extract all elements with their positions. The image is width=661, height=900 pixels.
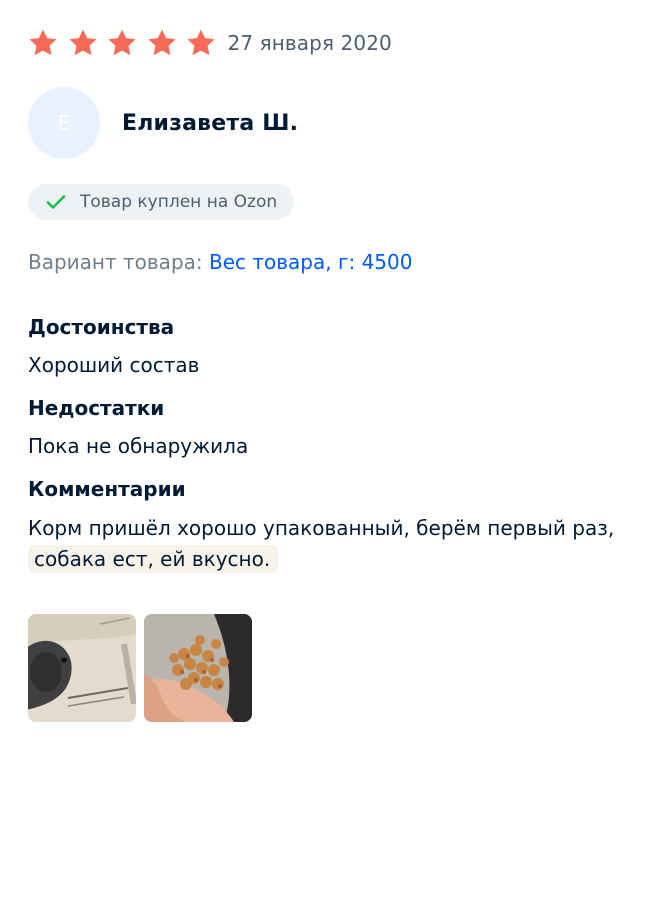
star-icon bbox=[28, 28, 58, 58]
badge-label: Товар куплен на Ozon bbox=[80, 192, 278, 212]
comment-title: Комментарии bbox=[28, 477, 186, 501]
author-name: Елизавета Ш. bbox=[122, 110, 299, 136]
review-date: 27 января 2020 bbox=[227, 31, 392, 55]
comment-highlighted-text: собака ест, ей вкусно. bbox=[28, 545, 279, 573]
avatar[interactable]: Е bbox=[28, 87, 100, 159]
variant-label: Вариант товара: bbox=[28, 250, 203, 274]
review-photos bbox=[28, 614, 260, 722]
pros-title: Достоинства bbox=[28, 315, 175, 339]
star-icon bbox=[107, 28, 137, 58]
cons-title: Недостатки bbox=[28, 396, 165, 420]
verified-purchase-badge: Товар куплен на Ozon bbox=[28, 184, 295, 220]
kibble-in-hand-photo[interactable] bbox=[144, 614, 252, 722]
variant-value-link[interactable]: Вес товара, г: 4500 bbox=[209, 250, 412, 274]
check-icon bbox=[44, 190, 68, 214]
star-icon bbox=[147, 28, 177, 58]
star-icon bbox=[186, 28, 216, 58]
author-row: Е Елизавета Ш. bbox=[28, 87, 298, 159]
product-variant: Вариант товара: Вес товара, г: 4500 bbox=[28, 250, 412, 274]
comment-main-text: Корм пришёл хорошо упакованный, берём пе… bbox=[28, 516, 615, 540]
dog-food-bag-photo[interactable] bbox=[28, 614, 136, 722]
star-icon bbox=[68, 28, 98, 58]
cons-text: Пока не обнаружила bbox=[28, 434, 249, 458]
pros-text: Хороший состав bbox=[28, 353, 200, 377]
star-rating bbox=[28, 28, 226, 58]
rating-row: 27 января 2020 bbox=[28, 26, 392, 60]
avatar-initial: Е bbox=[57, 111, 71, 135]
comment-text: Корм пришёл хорошо упакованный, берём пе… bbox=[28, 513, 638, 575]
